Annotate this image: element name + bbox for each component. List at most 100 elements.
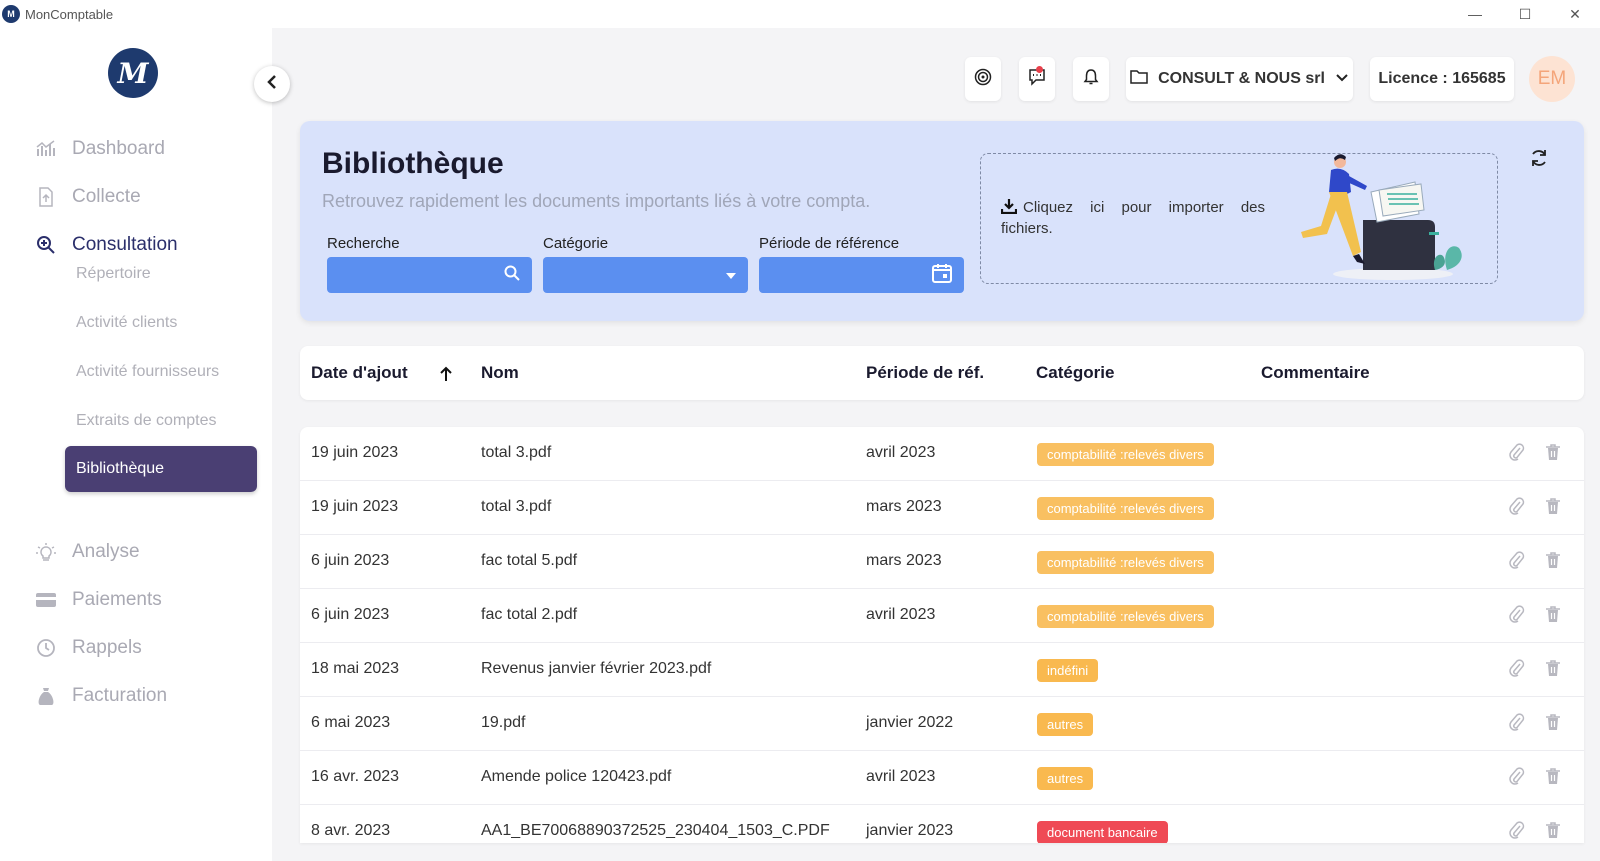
trash-icon[interactable] (1545, 767, 1561, 790)
table-row[interactable]: 8 avr. 2023 AA1_BE70068890372525_230404_… (300, 805, 1584, 843)
period-cell: mars 2023 (866, 552, 942, 569)
sidebar-item-facturation[interactable]: Facturation (35, 681, 167, 711)
name-cell: fac total 2.pdf (481, 606, 578, 623)
sidebar-item-analyse[interactable]: Analyse (35, 537, 140, 567)
notifications-button[interactable] (1073, 57, 1109, 101)
paperclip-icon[interactable] (1509, 605, 1525, 628)
trash-icon[interactable] (1545, 821, 1561, 843)
documents-table: 19 juin 2023 total 3.pdf avril 2023 comp… (300, 427, 1584, 843)
sidebar-item-label: Rappels (72, 637, 142, 658)
app-logo-icon: M (2, 5, 20, 23)
table-row[interactable]: 19 juin 2023 total 3.pdf mars 2023 compt… (300, 481, 1584, 535)
notification-dot (1036, 66, 1043, 73)
column-header-comment[interactable]: Commentaire (1261, 363, 1370, 383)
date-cell: 6 juin 2023 (311, 606, 390, 623)
sidebar-item-paiements[interactable]: Paiements (35, 585, 162, 615)
period-cell: avril 2023 (866, 768, 936, 785)
column-header-period[interactable]: Période de réf. (866, 363, 984, 383)
category-badge: comptabilité :relevés divers (1037, 497, 1214, 520)
avatar[interactable]: EM (1529, 56, 1575, 102)
calendar-icon (932, 263, 952, 288)
zoom-in-icon (35, 234, 57, 256)
table-row[interactable]: 6 mai 2023 19.pdf janvier 2022 autres (300, 697, 1584, 751)
category-badge: comptabilité :relevés divers (1037, 443, 1214, 466)
chevron-down-icon (1335, 70, 1349, 88)
sidebar-item-collecte[interactable]: Collecte (35, 182, 141, 212)
trash-icon[interactable] (1545, 659, 1561, 682)
table-row[interactable]: 6 juin 2023 fac total 5.pdf mars 2023 co… (300, 535, 1584, 589)
trash-icon[interactable] (1545, 497, 1561, 520)
table-row[interactable]: 16 avr. 2023 Amende police 120423.pdf av… (300, 751, 1584, 805)
search-label: Recherche (327, 235, 400, 252)
trash-icon[interactable] (1545, 605, 1561, 628)
download-icon (1000, 198, 1018, 219)
sort-ascending-icon[interactable] (440, 366, 452, 387)
maximize-icon[interactable]: ☐ (1500, 0, 1550, 28)
trash-icon[interactable] (1545, 551, 1561, 574)
paperclip-icon[interactable] (1509, 497, 1525, 520)
credit-card-icon (35, 589, 57, 611)
name-cell: 19.pdf (481, 714, 526, 731)
paperclip-icon[interactable] (1509, 767, 1525, 790)
trash-icon[interactable] (1545, 443, 1561, 466)
minimize-icon[interactable]: — (1450, 0, 1500, 28)
period-cell: mars 2023 (866, 498, 942, 515)
clock-icon (35, 637, 57, 659)
category-select[interactable] (543, 257, 748, 293)
name-cell: total 3.pdf (481, 444, 552, 461)
target-button[interactable] (965, 57, 1001, 101)
period-cell: avril 2023 (866, 606, 936, 623)
sidebar-subitem-bibliotheque[interactable]: Bibliothèque (65, 446, 257, 492)
messages-button[interactable] (1019, 57, 1055, 101)
sidebar-item-rappels[interactable]: Rappels (35, 633, 142, 663)
sidebar-item-consultation[interactable]: Consultation (35, 230, 178, 260)
date-cell: 8 avr. 2023 (311, 822, 391, 839)
date-cell: 6 juin 2023 (311, 552, 390, 569)
company-selector[interactable]: CONSULT & NOUS srl (1126, 57, 1353, 101)
date-cell: 6 mai 2023 (311, 714, 391, 731)
sidebar-subitem-extraits-de-comptes[interactable]: Extraits de comptes (76, 409, 217, 433)
category-badge: document bancaire (1037, 821, 1168, 843)
sidebar-subitem-activite-clients[interactable]: Activité clients (76, 311, 177, 335)
category-badge: autres (1037, 767, 1094, 790)
table-row[interactable]: 6 juin 2023 fac total 2.pdf avril 2023 c… (300, 589, 1584, 643)
page-subtitle: Retrouvez rapidement les documents impor… (322, 191, 871, 211)
trash-icon[interactable] (1545, 713, 1561, 736)
collapse-sidebar-button[interactable] (254, 66, 290, 102)
filing-illustration (1293, 152, 1483, 287)
paperclip-icon[interactable] (1509, 443, 1525, 466)
name-cell: total 3.pdf (481, 498, 552, 515)
column-header-category[interactable]: Catégorie (1036, 363, 1114, 383)
name-cell: Amende police 120423.pdf (481, 768, 672, 785)
sidebar-subitem-activite-fournisseurs[interactable]: Activité fournisseurs (76, 360, 219, 384)
paperclip-icon[interactable] (1509, 821, 1525, 843)
name-cell: AA1_BE70068890372525_230404_1503_C.PDF (481, 822, 830, 839)
table-row[interactable]: 19 juin 2023 total 3.pdf avril 2023 comp… (300, 427, 1584, 481)
period-label: Période de référence (759, 235, 900, 252)
search-input[interactable] (327, 257, 532, 293)
sidebar-item-label: Facturation (72, 685, 168, 706)
company-name: CONSULT & NOUS srl (1158, 70, 1325, 87)
sidebar-item-label: Analyse (72, 541, 140, 562)
table-row[interactable]: 18 mai 2023 Revenus janvier février 2023… (300, 643, 1584, 697)
close-icon[interactable]: ✕ (1550, 0, 1600, 28)
paperclip-icon[interactable] (1509, 713, 1525, 736)
library-header-card: Bibliothèque Retrouvez rapidement les do… (300, 121, 1584, 321)
paperclip-icon[interactable] (1509, 659, 1525, 682)
money-bag-icon (35, 685, 57, 707)
column-header-name[interactable]: Nom (481, 363, 519, 383)
refresh-button[interactable] (1530, 149, 1548, 172)
category-badge: comptabilité :relevés divers (1037, 605, 1214, 628)
licence-number: Licence : 165685 (1378, 70, 1506, 87)
category-label: Catégorie (543, 235, 609, 252)
column-header-date[interactable]: Date d'ajout (311, 363, 408, 383)
document-upload-icon (35, 186, 57, 208)
paperclip-icon[interactable] (1509, 551, 1525, 574)
sidebar-subitem-repertoire[interactable]: Répertoire (76, 262, 151, 286)
category-badge: autres (1037, 713, 1094, 736)
search-icon (504, 265, 520, 286)
brand-logo[interactable]: M (108, 48, 158, 98)
file-upload-dropzone[interactable]: Cliquez ici pour importer des fichiers. (980, 153, 1498, 284)
sidebar-item-dashboard[interactable]: Dashboard (35, 134, 165, 164)
period-date-picker[interactable] (759, 257, 964, 293)
